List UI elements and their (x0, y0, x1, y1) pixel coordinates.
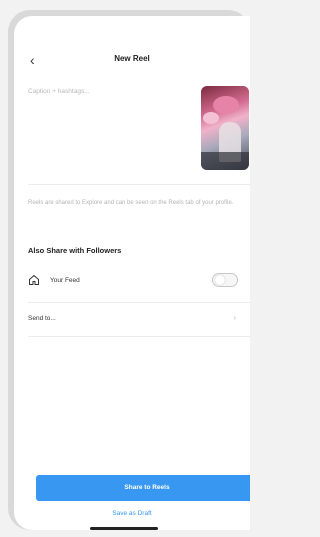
chevron-right-icon: › (233, 313, 236, 322)
send-to-row[interactable]: Send to... › (28, 308, 244, 328)
reels-info-text: Reels are shared to Explore and can be s… (28, 200, 234, 206)
thumbnail-bloom (213, 96, 239, 114)
section-title: Also Share with Followers (28, 246, 122, 255)
toggle-knob (215, 275, 225, 285)
thumbnail-bloom (203, 112, 219, 124)
home-indicator (90, 527, 158, 530)
divider (28, 336, 250, 337)
your-feed-row: Your Feed (28, 270, 244, 290)
home-icon (29, 275, 39, 285)
header: ‹ New Reel (14, 50, 250, 74)
save-as-draft-button[interactable]: Save as Draft (14, 510, 250, 517)
reel-thumbnail[interactable] (201, 86, 249, 170)
divider (28, 302, 250, 303)
screen: ‹ New Reel Caption + hashtags... Reels a… (14, 16, 250, 530)
send-to-label: Send to... (28, 314, 56, 322)
page-title: New Reel (114, 54, 150, 63)
divider (28, 184, 250, 185)
share-to-reels-button[interactable]: Share to Reels (36, 475, 250, 501)
caption-input[interactable]: Caption + hashtags... (28, 88, 90, 95)
your-feed-label: Your Feed (50, 276, 80, 284)
thumbnail-shadow (201, 152, 249, 170)
phone-frame: ‹ New Reel Caption + hashtags... Reels a… (8, 10, 250, 530)
your-feed-toggle[interactable] (212, 273, 238, 287)
